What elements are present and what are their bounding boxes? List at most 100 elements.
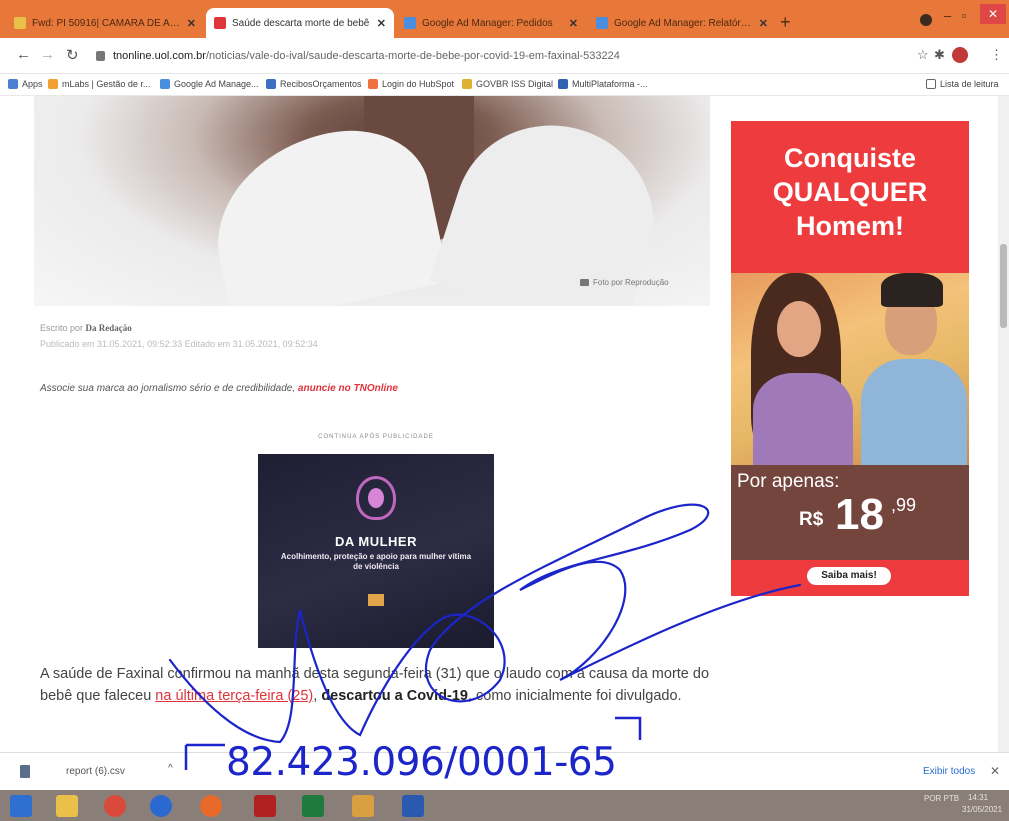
reload-icon[interactable]: ↻ xyxy=(66,46,79,64)
close-icon[interactable]: ✕ xyxy=(569,17,578,30)
bookmark-govbr[interactable]: GOVBR ISS Digital xyxy=(462,79,553,89)
article-author: Escrito por Da Redação xyxy=(40,323,132,333)
extensions-icon[interactable]: ✱ xyxy=(934,47,945,63)
tab-title: Saúde descarta morte de bebê xyxy=(232,17,370,29)
tab-ad-manager-orders[interactable]: Google Ad Manager: Pedidos ✕ xyxy=(396,8,586,38)
language-indicator[interactable]: POR PTB xyxy=(924,794,959,803)
ad-description: Acolhimento, proteção e apoio para mulhe… xyxy=(280,552,472,571)
bookmark-ad-manager[interactable]: Google Ad Manage... xyxy=(160,79,259,89)
bookmark-hubspot[interactable]: Login do HubSpot xyxy=(368,79,454,89)
close-icon[interactable]: ✕ xyxy=(990,764,1000,778)
new-tab-button[interactable]: + xyxy=(780,12,791,33)
tab-title: Google Ad Manager: Pedidos xyxy=(422,17,553,29)
author-name: Da Redação xyxy=(85,323,132,333)
bookmark-label: RecibosOrçamentos xyxy=(280,79,362,89)
inline-ad-banner[interactable]: DA MULHER Acolhimento, proteção e apoio … xyxy=(258,454,494,648)
bookmark-multiplataforma[interactable]: MultiPlataforma -... xyxy=(558,79,648,89)
close-icon[interactable]: ✕ xyxy=(759,17,768,30)
chrome-icon[interactable] xyxy=(104,795,126,817)
learn-more-button[interactable]: Saiba mais! xyxy=(807,567,891,585)
clock-date[interactable]: 31/05/2021 xyxy=(962,805,1002,814)
profile-icon[interactable] xyxy=(920,14,932,26)
body-link[interactable]: na última terça-feira (25) xyxy=(155,688,313,704)
sidebar-ad[interactable]: Conquiste QUALQUER Homem! Por apenas: R$… xyxy=(731,121,969,596)
bookmark-apps[interactable]: Apps xyxy=(8,79,43,89)
scrollbar[interactable] xyxy=(998,96,1009,752)
ad-title: DA MULHER xyxy=(334,534,417,549)
couple-illustration xyxy=(731,273,969,465)
govbr-icon xyxy=(462,79,472,89)
word-icon[interactable] xyxy=(402,795,424,817)
menu-icon[interactable]: ⋮ xyxy=(990,47,1003,63)
firefox-icon[interactable] xyxy=(200,795,222,817)
headline-line: Homem! xyxy=(795,211,904,241)
windows-taskbar: POR PTB 14:31 31/05/2021 xyxy=(0,790,1009,821)
photo-credit: Foto por Reprodução xyxy=(580,278,669,287)
url-host: tnonline.uol.com.br xyxy=(113,50,206,62)
clock-time[interactable]: 14:31 xyxy=(968,793,988,802)
chevron-up-icon[interactable]: ^ xyxy=(168,763,173,774)
minimize-icon[interactable]: – xyxy=(944,8,951,23)
back-icon[interactable]: ← xyxy=(16,46,31,63)
tab-article[interactable]: Saúde descarta morte de bebê ✕ xyxy=(206,8,394,38)
internet-explorer-icon[interactable] xyxy=(150,795,172,817)
gmail-icon xyxy=(14,17,26,29)
headline-line: Conquiste xyxy=(784,143,916,173)
advertise-link[interactable]: anuncie no TNOnline xyxy=(298,383,398,394)
article-body: A saúde de Faxinal confirmou na manhã de… xyxy=(40,663,720,707)
tab-title: Google Ad Manager: Relatórios xyxy=(614,17,753,29)
bookmarks-bar: Apps mLabs | Gestão de r... Google Ad Ma… xyxy=(0,74,1009,96)
address-bar[interactable]: tnonline.uol.com.br /noticias/vale-do-iv… xyxy=(96,45,896,67)
multiplataforma-icon xyxy=(558,79,568,89)
apps-grid-icon xyxy=(8,79,18,89)
avatar[interactable] xyxy=(952,47,968,63)
bookmark-label: Google Ad Manage... xyxy=(174,79,259,89)
pdf-app-icon[interactable] xyxy=(254,795,276,817)
bookmark-label: mLabs | Gestão de r... xyxy=(62,79,151,89)
bookmark-label: GOVBR ISS Digital xyxy=(476,79,554,89)
tab-ad-manager-reports[interactable]: Google Ad Manager: Relatórios ✕ xyxy=(588,8,776,38)
close-icon[interactable]: ✕ xyxy=(187,17,196,30)
ad-headline: Conquiste QUALQUER Homem! xyxy=(731,141,969,243)
bookmark-star-icon[interactable]: ☆ xyxy=(917,47,929,63)
reading-list-button[interactable]: Lista de leitura xyxy=(926,79,999,89)
price-label: Por apenas: xyxy=(737,471,840,492)
file-explorer-icon[interactable] xyxy=(56,795,78,817)
hubspot-icon xyxy=(368,79,378,89)
ad-label: CONTINUA APÓS PUBLICIDADE xyxy=(318,434,434,440)
camera-icon xyxy=(580,279,589,286)
tab-strip: Fwd: PI 50916| CAMARA DE AP... ✕ Saúde d… xyxy=(0,0,1009,38)
window-close-button[interactable]: ✕ xyxy=(980,4,1006,24)
price-box: Por apenas: R$ 18 ,99 xyxy=(731,465,969,560)
forward-icon[interactable]: → xyxy=(40,46,55,63)
address-toolbar: ← → ↻ tnonline.uol.com.br /noticias/vale… xyxy=(0,38,1009,74)
bookmark-label: Apps xyxy=(22,79,43,89)
ad-manager-icon xyxy=(596,17,608,29)
file-icon xyxy=(20,765,30,778)
handwritten-cnpj: 82.423.096/0001-65 xyxy=(226,740,617,785)
url-path: /noticias/vale-do-ival/saude-descarta-mo… xyxy=(205,50,620,62)
windows-start-icon[interactable] xyxy=(10,795,32,817)
scrollbar-thumb[interactable] xyxy=(1000,244,1007,328)
lock-icon xyxy=(96,51,105,61)
price-decimal: ,99 xyxy=(891,495,917,515)
bookmark-label: Login do HubSpot xyxy=(382,79,455,89)
reading-list-label: Lista de leitura xyxy=(940,79,999,89)
body-bold: descartou a Covid-19 xyxy=(321,688,468,704)
bookmark-recibos[interactable]: RecibosOrçamentos xyxy=(266,79,362,89)
close-icon[interactable]: ✕ xyxy=(377,17,386,30)
article-dates: Publicado em 31.05.2021, 09:52:33 Editad… xyxy=(40,339,318,349)
show-all-downloads-link[interactable]: Exibir todos xyxy=(923,766,975,777)
tab-title: Fwd: PI 50916| CAMARA DE AP... xyxy=(32,17,181,29)
promo-text: Associe sua marca ao jornalismo sério e … xyxy=(40,383,296,394)
maximize-icon[interactable]: ▫ xyxy=(962,8,967,23)
promo-line: Associe sua marca ao jornalismo sério e … xyxy=(40,383,398,394)
folder-app-icon[interactable] xyxy=(352,795,374,817)
tab-email[interactable]: Fwd: PI 50916| CAMARA DE AP... ✕ xyxy=(6,8,204,38)
photo-credit-text: Foto por Reprodução xyxy=(593,278,669,287)
download-item[interactable]: report (6).csv xyxy=(66,766,125,777)
bookmark-mlabs[interactable]: mLabs | Gestão de r... xyxy=(48,79,150,89)
price-currency: R$ xyxy=(799,509,824,530)
tnonline-icon xyxy=(214,17,226,29)
excel-icon[interactable] xyxy=(302,795,324,817)
